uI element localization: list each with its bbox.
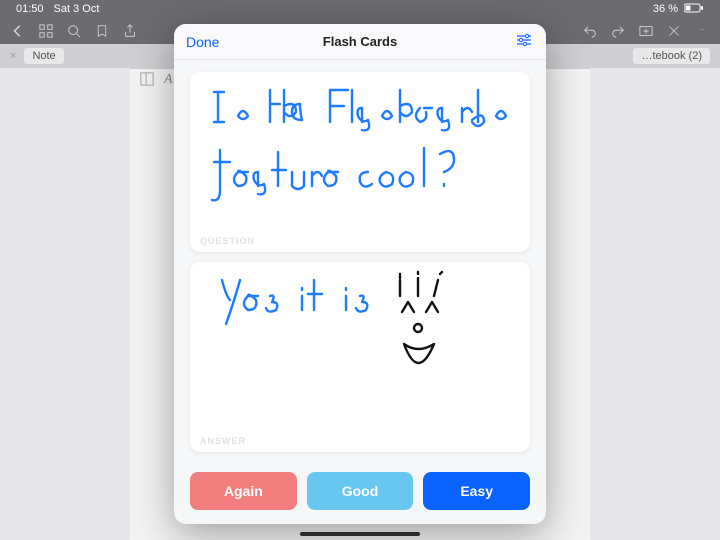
sliders-icon <box>516 33 532 50</box>
modal-title: Flash Cards <box>174 34 546 49</box>
status-date: Sat 3 Oct <box>54 3 100 15</box>
modal-header: Done Flash Cards <box>174 24 546 60</box>
question-handwriting <box>190 72 530 252</box>
close-tab-icon[interactable]: × <box>10 50 16 62</box>
flashcards-modal: Done Flash Cards <box>174 24 546 524</box>
question-card[interactable]: QUESTION <box>190 72 530 252</box>
again-button[interactable]: Again <box>190 472 297 510</box>
add-tab-icon[interactable] <box>638 23 654 39</box>
settings-button[interactable] <box>514 32 534 52</box>
share-icon[interactable] <box>122 23 138 39</box>
good-button[interactable]: Good <box>307 472 414 510</box>
more-icon[interactable] <box>694 23 710 39</box>
answer-handwriting <box>190 262 530 452</box>
text-style-icon[interactable]: A <box>164 72 173 91</box>
undo-icon[interactable] <box>582 23 598 39</box>
search-icon[interactable] <box>66 23 82 39</box>
question-label: QUESTION <box>200 236 255 246</box>
bookmark-icon[interactable] <box>94 23 110 39</box>
done-button[interactable]: Done <box>186 34 219 50</box>
back-icon[interactable] <box>10 23 26 39</box>
battery-icon <box>684 3 704 16</box>
tab-notebook[interactable]: …tebook (2) <box>633 48 710 64</box>
redo-icon[interactable] <box>610 23 626 39</box>
battery-percent: 36 % <box>653 3 678 15</box>
answer-card[interactable]: ANSWER <box>190 262 530 452</box>
easy-button[interactable]: Easy <box>423 472 530 510</box>
tab-note[interactable]: Note <box>24 48 63 64</box>
close-icon[interactable] <box>666 23 682 39</box>
status-time: 01:50 <box>16 3 44 15</box>
page-layout-icon[interactable] <box>140 72 154 91</box>
status-bar: 01:50 Sat 3 Oct 36 % <box>0 0 720 18</box>
answer-label: ANSWER <box>200 436 246 446</box>
rating-buttons: Again Good Easy <box>174 462 546 524</box>
home-indicator[interactable] <box>300 532 420 536</box>
grid-icon[interactable] <box>38 23 54 39</box>
